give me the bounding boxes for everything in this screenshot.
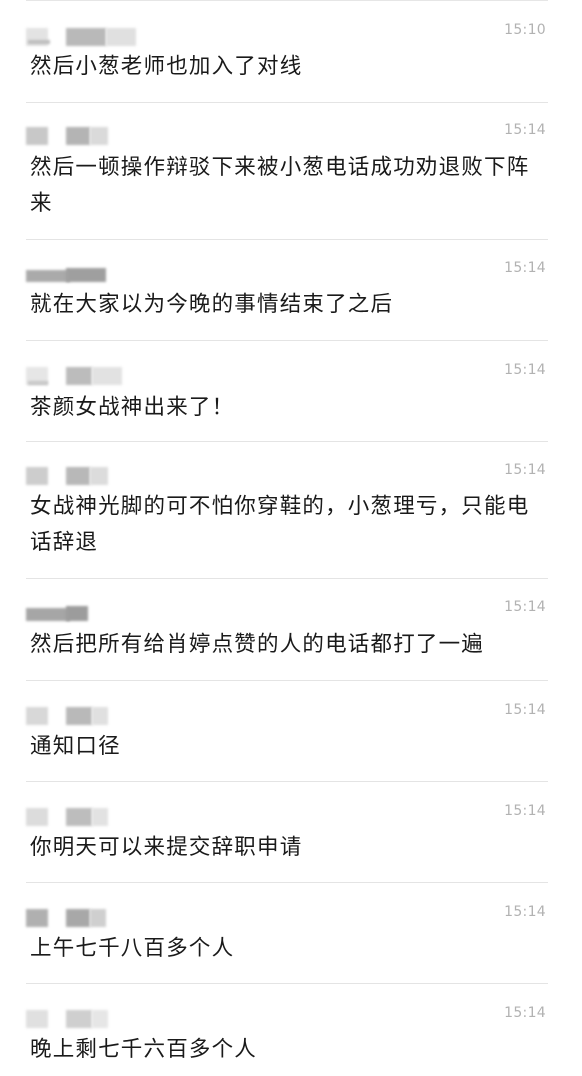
chat-message: 15:10 然后小葱老师也加入了对线 (0, 0, 582, 102)
sender-name-redacted (26, 909, 146, 927)
message-timestamp: 15:14 (504, 122, 546, 138)
sender-name-redacted (26, 28, 146, 46)
chat-message: 15:14 通知口径 (0, 681, 582, 781)
message-timestamp: 15:14 (504, 1005, 546, 1021)
message-text[interactable]: 你明天可以来提交辞职申请 (30, 830, 545, 866)
message-text[interactable]: 然后把所有给肖婷点赞的人的电话都打了一遍 (30, 627, 545, 663)
sender-name-redacted (26, 127, 146, 145)
message-text[interactable]: 通知口径 (30, 729, 545, 765)
chat-message: 15:14 女战神光脚的可不怕你穿鞋的，小葱理亏，只能电话辞退 (0, 442, 582, 578)
sender-name-redacted (26, 707, 146, 725)
sender-name-redacted (26, 266, 146, 284)
message-text[interactable]: 上午七千八百多个人 (30, 931, 545, 967)
sender-name-redacted (26, 605, 146, 623)
sender-name-redacted (26, 367, 146, 385)
message-timestamp: 15:14 (504, 462, 546, 478)
chat-message: 15:14 就在大家以为今晚的事情结束了之后 (0, 240, 582, 340)
message-timestamp: 15:14 (504, 702, 546, 718)
message-text[interactable]: 晚上剩七千六百多个人 (30, 1032, 545, 1068)
chat-message: 15:14 然后一顿操作辩驳下来被小葱电话成功劝退败下阵来 (0, 103, 582, 239)
message-text[interactable]: 就在大家以为今晚的事情结束了之后 (30, 287, 545, 323)
message-timestamp: 15:10 (504, 22, 546, 38)
chat-message: 15:14 你明天可以来提交辞职申请 (0, 782, 582, 882)
message-text[interactable]: 茶颜女战神出来了！ (30, 390, 545, 426)
message-text[interactable]: 然后一顿操作辩驳下来被小葱电话成功劝退败下阵来 (30, 150, 545, 222)
chat-message: 15:14 然后把所有给肖婷点赞的人的电话都打了一遍 (0, 579, 582, 680)
message-timestamp: 15:14 (504, 362, 546, 378)
message-text[interactable]: 然后小葱老师也加入了对线 (30, 49, 545, 85)
sender-name-redacted (26, 808, 146, 826)
message-timestamp: 15:14 (504, 904, 546, 920)
chat-message: 15:14 上午七千八百多个人 (0, 883, 582, 983)
chat-message: 15:14 晚上剩七千六百多个人 (0, 984, 582, 1076)
chat-message: 15:14 茶颜女战神出来了！ (0, 341, 582, 441)
message-text[interactable]: 女战神光脚的可不怕你穿鞋的，小葱理亏，只能电话辞退 (30, 489, 545, 561)
sender-name-redacted (26, 1010, 146, 1028)
message-timestamp: 15:14 (504, 260, 546, 276)
message-timestamp: 15:14 (504, 803, 546, 819)
message-timestamp: 15:14 (504, 599, 546, 615)
sender-name-redacted (26, 467, 146, 485)
